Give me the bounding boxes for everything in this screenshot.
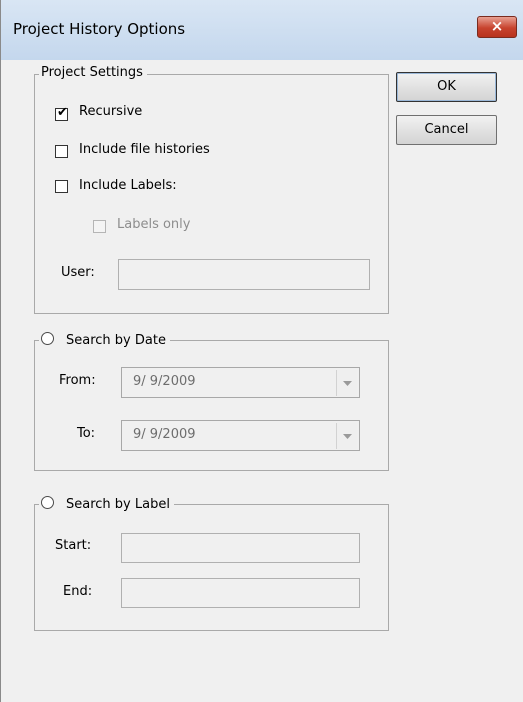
labels-only-label[interactable]: Labels only	[117, 217, 190, 232]
search-by-label-label[interactable]: Search by Label	[66, 497, 170, 512]
to-label: To:	[77, 426, 96, 441]
search-by-date-radio[interactable]	[41, 332, 54, 345]
cancel-button[interactable]: Cancel	[396, 115, 497, 145]
from-date-picker[interactable]: 9/ 9/2009	[121, 367, 360, 398]
end-label-field[interactable]	[121, 578, 360, 608]
close-button[interactable]: ×	[477, 16, 517, 38]
labels-only-checkbox[interactable]	[93, 220, 106, 233]
recursive-label[interactable]: Recursive	[79, 104, 142, 119]
search-by-label-group: Search by Label Start: End:	[34, 495, 389, 631]
include-file-histories-checkbox[interactable]	[55, 145, 68, 158]
recursive-checkbox[interactable]: ✔	[55, 105, 68, 121]
to-date-picker[interactable]: 9/ 9/2009	[121, 420, 360, 451]
include-labels-checkbox[interactable]	[55, 180, 68, 193]
from-date-dropdown-button[interactable]	[336, 370, 357, 396]
from-date-value: 9/ 9/2009	[133, 374, 196, 389]
ok-button[interactable]: OK	[396, 72, 497, 102]
include-file-histories-label[interactable]: Include file histories	[79, 142, 210, 157]
close-icon: ×	[490, 17, 504, 35]
chevron-down-icon	[343, 381, 352, 386]
project-settings-legend: Project Settings	[39, 65, 147, 80]
project-settings-group: Project Settings ✔ Recursive Include fil…	[34, 65, 389, 314]
user-field[interactable]	[118, 259, 370, 290]
check-icon: ✔	[57, 105, 68, 120]
search-by-label-legend: Search by Label	[39, 495, 174, 512]
start-label-field[interactable]	[121, 533, 360, 563]
search-by-date-label[interactable]: Search by Date	[66, 333, 166, 348]
chevron-down-icon	[343, 434, 352, 439]
title-bar: Project History Options ×	[1, 0, 523, 60]
dialog-window: Project History Options × Project Settin…	[0, 0, 523, 702]
end-label: End:	[63, 584, 93, 599]
search-by-label-radio[interactable]	[41, 496, 54, 509]
from-label: From:	[59, 373, 96, 388]
dialog-title: Project History Options	[13, 20, 186, 38]
to-date-dropdown-button[interactable]	[336, 423, 357, 449]
to-date-value: 9/ 9/2009	[133, 427, 196, 442]
dialog-body: Project Settings ✔ Recursive Include fil…	[11, 60, 516, 702]
start-label: Start:	[55, 538, 92, 553]
search-by-date-legend: Search by Date	[39, 331, 170, 348]
user-label: User:	[61, 265, 95, 280]
include-labels-label[interactable]: Include Labels:	[79, 178, 177, 193]
search-by-date-group: Search by Date From: 9/ 9/2009 To: 9/ 9/…	[34, 331, 389, 471]
